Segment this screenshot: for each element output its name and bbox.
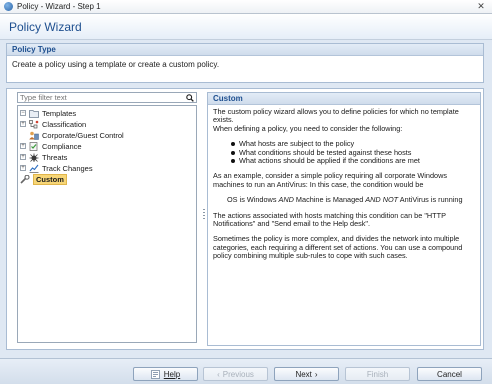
window-title: Policy - Wizard - Step 1 — [17, 2, 101, 11]
folder-icon — [29, 109, 39, 118]
detail-compound: Sometimes the policy is more complex, an… — [213, 234, 463, 261]
corporate-guest-icon — [29, 131, 39, 140]
tree-item-corporate-guest-control[interactable]: Corporate/Guest Control — [20, 130, 124, 140]
search-icon[interactable] — [186, 94, 194, 102]
wizard-title: Policy Wizard — [9, 20, 82, 34]
tree-item-classification[interactable]: + Classification — [20, 119, 86, 129]
tree-item-label: Threats — [42, 152, 68, 162]
filter-input[interactable] — [20, 93, 180, 102]
tree-item-label: Custom — [33, 173, 67, 185]
help-button[interactable]: Help — [133, 367, 198, 381]
policy-type-section: Policy Type Create a policy using a temp… — [6, 43, 484, 83]
classification-icon — [29, 119, 39, 128]
expand-icon[interactable]: + — [20, 154, 26, 160]
custom-wrench-icon — [20, 174, 30, 184]
chevron-left-icon: ‹ — [217, 369, 220, 379]
policy-type-header: Policy Type — [7, 44, 483, 56]
list-item: What actions should be applied if the co… — [231, 156, 475, 165]
collapse-icon[interactable]: − — [20, 110, 26, 116]
pane-splitter[interactable] — [202, 89, 206, 349]
next-button[interactable]: Next › — [274, 367, 339, 381]
tree-item-custom[interactable]: Custom — [20, 173, 67, 185]
help-icon — [150, 369, 160, 379]
tree-item-label: Compliance — [42, 141, 82, 151]
splitter-grip-icon[interactable] — [203, 209, 205, 219]
tree-item-label: Classification — [42, 119, 87, 129]
cancel-button[interactable]: Cancel — [417, 367, 482, 381]
tree-item-label: Track Changes — [42, 163, 93, 173]
detail-pane: Custom The custom policy wizard allows y… — [207, 92, 481, 346]
previous-button[interactable]: ‹ Previous — [203, 367, 268, 381]
tree-item-label: Corporate/Guest Control — [42, 130, 124, 140]
detail-intro: The custom policy wizard allows you to d… — [213, 107, 459, 133]
threats-icon — [29, 153, 39, 162]
template-pane: − Templates + Classification — [13, 89, 201, 349]
tree-item-label: Templates — [42, 108, 77, 118]
filter-field[interactable] — [17, 92, 197, 103]
template-tree: − Templates + Classification Corporate/G… — [17, 105, 197, 343]
content-pane: − Templates + Classification — [6, 88, 484, 350]
expand-icon[interactable]: + — [20, 143, 26, 149]
chevron-right-icon: › — [314, 369, 318, 379]
expand-icon[interactable]: + — [20, 165, 26, 171]
button-bar: Help ‹ Previous Next › Finish Cancel — [0, 358, 492, 384]
app-icon — [4, 2, 13, 11]
track-changes-icon — [29, 164, 39, 173]
wizard-header: Policy Wizard — [0, 14, 492, 40]
close-window-button[interactable]: ✕ — [470, 0, 492, 13]
tree-item-compliance[interactable]: + Compliance — [20, 141, 82, 151]
detail-header: Custom — [208, 93, 480, 105]
tree-item-track-changes[interactable]: + Track Changes — [20, 163, 93, 173]
detail-example: As an example, consider a simple policy … — [213, 171, 448, 189]
finish-button[interactable]: Finish — [345, 367, 410, 381]
compliance-icon — [29, 141, 38, 151]
tree-item-threats[interactable]: + Threats — [20, 152, 67, 162]
detail-actions: The actions associated with hosts matchi… — [213, 210, 446, 229]
detail-bullets: What hosts are subject to the policy Wha… — [213, 139, 475, 165]
policy-type-description: Create a policy using a template or crea… — [12, 60, 220, 69]
detail-body: The custom policy wizard allows you to d… — [208, 105, 480, 271]
tree-item-templates[interactable]: − Templates — [20, 108, 76, 118]
window-titlebar: Policy - Wizard - Step 1 ✕ — [0, 0, 492, 14]
detail-condition: OS is Windows AND Machine is Managed AND… — [227, 195, 463, 205]
expand-icon[interactable]: + — [20, 121, 26, 127]
